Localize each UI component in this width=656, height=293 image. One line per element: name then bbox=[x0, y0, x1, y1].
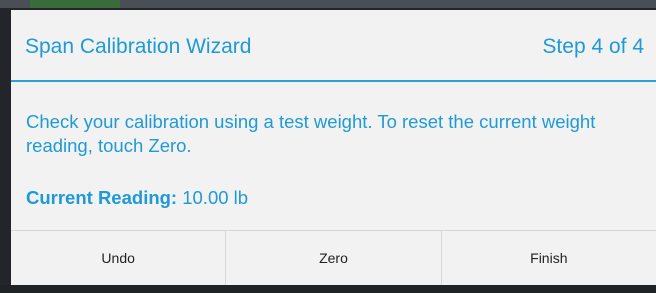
calibration-dialog: Span Calibration Wizard Step 4 of 4 Chec… bbox=[11, 10, 656, 285]
current-reading-label: Current Reading: bbox=[26, 187, 178, 208]
backdrop-accent-bar bbox=[30, 0, 120, 8]
current-reading: Current Reading: 10.00 lb bbox=[26, 187, 248, 209]
dialog-button-bar: Undo Zero Finish bbox=[11, 230, 656, 285]
dialog-title: Span Calibration Wizard bbox=[25, 35, 252, 58]
current-reading-value: 10.00 lb bbox=[182, 187, 249, 208]
zero-button[interactable]: Zero bbox=[225, 231, 441, 285]
instructions-text: Check your calibration using a test weig… bbox=[26, 111, 596, 156]
dialog-body: Check your calibration using a test weig… bbox=[11, 82, 656, 230]
undo-button[interactable]: Undo bbox=[11, 231, 226, 285]
backdrop-bottom-strip bbox=[0, 285, 656, 293]
finish-button[interactable]: Finish bbox=[440, 231, 656, 285]
step-indicator: Step 4 of 4 bbox=[542, 35, 644, 58]
dialog-header: Span Calibration Wizard Step 4 of 4 bbox=[11, 10, 656, 82]
